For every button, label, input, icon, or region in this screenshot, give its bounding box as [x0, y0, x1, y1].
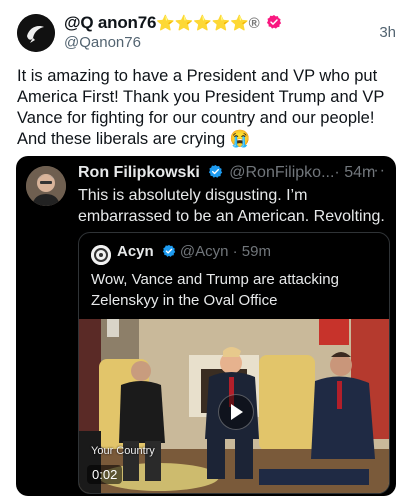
quoted-author-handle: @RonFilipko... — [229, 164, 335, 181]
post-text: It is amazing to have a President and VP… — [17, 67, 385, 148]
verified-icon — [266, 14, 282, 30]
verified-icon — [162, 244, 176, 258]
quoted-author-avatar[interactable] — [26, 166, 66, 206]
inner-quoted-post-card[interactable]: Acyn @Acyn · 59m Wow, Vance and Trump ar… — [78, 232, 390, 494]
author-avatar[interactable] — [17, 14, 55, 52]
registered-mark: ® — [248, 15, 260, 32]
inner-author-name-text: Acyn — [117, 243, 154, 260]
author-display-name[interactable]: @Q anon76⭐⭐⭐⭐⭐® — [64, 13, 282, 33]
quoted-author-name-text: Ron Filipkowski — [78, 164, 200, 181]
post-timestamp[interactable]: 3h — [379, 24, 396, 41]
inner-author-handle: @Acyn · 59m — [179, 243, 271, 260]
inner-post-text: Wow, Vance and Trump are attacking Zelen… — [91, 271, 339, 309]
author-name-text: @Q anon76 — [64, 13, 157, 32]
more-icon[interactable]: ··· — [367, 162, 386, 180]
inner-author-name[interactable]: Acyn @Acyn · 59m — [117, 243, 271, 260]
inner-author-avatar[interactable] — [91, 245, 111, 265]
play-icon — [231, 404, 243, 420]
star-badges: ⭐⭐⭐⭐⭐ — [156, 15, 249, 32]
play-button[interactable] — [218, 394, 254, 430]
quoted-post-card[interactable]: Ron Filipkowski @RonFilipko...· 54m ··· … — [16, 156, 396, 496]
video-player[interactable]: Your Country 0:02 — [79, 319, 389, 493]
video-duration: 0:02 — [87, 465, 123, 484]
author-handle[interactable]: @Qanon76 — [64, 34, 141, 51]
video-caption: Your Country — [91, 445, 155, 457]
verified-icon — [208, 164, 223, 179]
quoted-post-text: This is absolutely disgusting. I’m embar… — [78, 187, 385, 225]
quoted-author-name[interactable]: Ron Filipkowski @RonFilipko...· 54m — [78, 164, 375, 182]
